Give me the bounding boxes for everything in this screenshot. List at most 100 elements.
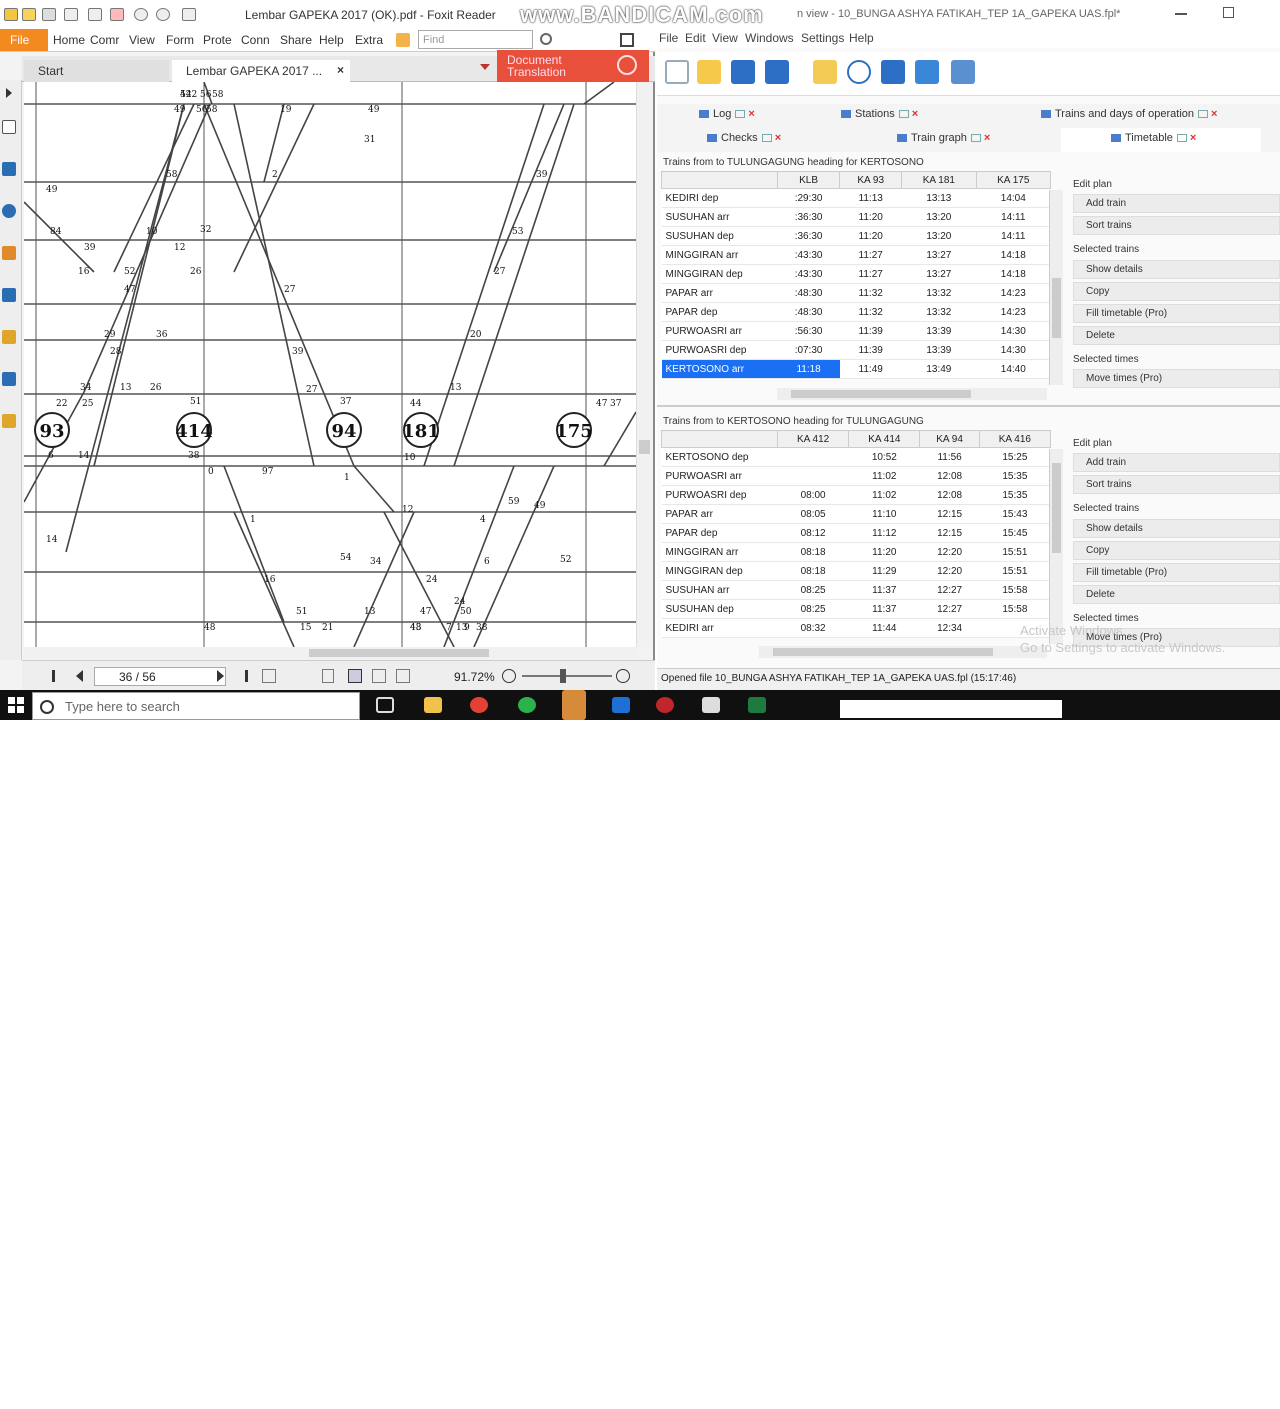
task-view-icon[interactable]	[376, 697, 394, 713]
table-row[interactable]: PAPAR dep 08:12 11:12 12:15 15:45	[661, 523, 1051, 543]
time-cell[interactable]: 14:18	[976, 264, 1051, 284]
attachment-icon[interactable]	[2, 246, 16, 260]
zoom-out-icon[interactable]	[502, 669, 516, 683]
open-folder-icon[interactable]	[22, 8, 36, 21]
time-cell[interactable]: 13:13	[901, 188, 977, 208]
time-cell[interactable]: 12:34	[919, 618, 980, 638]
zoom-slider-thumb[interactable]	[560, 669, 566, 683]
print-icon[interactable]	[64, 8, 78, 21]
menu-help[interactable]: Help	[849, 31, 874, 45]
ribbon-tab-help[interactable]: Help	[319, 33, 344, 47]
time-cell[interactable]: 11:27	[839, 245, 902, 265]
table-row[interactable]: PAPAR arr 08:05 11:10 12:15 15:43	[661, 504, 1051, 524]
time-cell[interactable]: 14:23	[976, 283, 1051, 303]
expand-panel-icon[interactable]	[6, 88, 12, 98]
time-cell[interactable]: 11:20	[839, 207, 902, 227]
station-cell[interactable]: PURWOASRI dep	[661, 340, 778, 360]
time-cell[interactable]: 08:25	[777, 580, 849, 600]
minimize-icon[interactable]	[1175, 13, 1187, 15]
column-header[interactable]: KA 93	[839, 171, 903, 189]
time-cell[interactable]: 14:30	[976, 340, 1051, 360]
save-all-icon[interactable]	[765, 60, 789, 84]
close-icon[interactable]: ×	[984, 132, 990, 144]
time-cell[interactable]: :43:30	[777, 245, 840, 265]
time-cell[interactable]: 15:45	[979, 523, 1051, 543]
tab-list-dropdown-icon[interactable]	[480, 64, 490, 70]
delete-button[interactable]: Delete	[1073, 326, 1280, 345]
address-bar-input[interactable]	[840, 700, 1062, 718]
close-icon[interactable]: ×	[912, 108, 918, 120]
find-input[interactable]: Find	[418, 30, 533, 49]
station-cell[interactable]: MINGGIRAN arr	[661, 245, 778, 265]
h-scroll-thumb[interactable]	[791, 390, 971, 398]
sort-trains-button[interactable]: Sort trains	[1073, 216, 1280, 235]
table-row[interactable]: MINGGIRAN arr:43:30 11:27 13:27 14:18	[661, 245, 1051, 265]
zoom-slider[interactable]	[522, 675, 612, 677]
time-cell[interactable]: 13:20	[901, 226, 977, 246]
pdf-icon[interactable]	[110, 8, 124, 21]
time-cell[interactable]: 11:20	[848, 542, 920, 562]
prev-page-icon[interactable]	[76, 670, 83, 682]
station-cell[interactable]: SUSUHAN dep	[661, 226, 778, 246]
time-cell[interactable]: 13:49	[901, 359, 977, 379]
ribbon-tab-view[interactable]: View	[129, 33, 155, 47]
table-row[interactable]: SUSUHAN arr 08:25 11:37 12:27 15:58	[661, 580, 1051, 600]
float-icon[interactable]	[970, 134, 981, 143]
time-cell[interactable]: 10:52	[848, 447, 920, 467]
time-cell[interactable]: 12:15	[919, 504, 980, 524]
menu-view[interactable]: View	[712, 31, 738, 45]
document-translation-button[interactable]: Document Translation	[497, 50, 649, 82]
menu-file[interactable]: File	[659, 31, 678, 45]
time-cell[interactable]: 15:25	[979, 447, 1051, 467]
language-indicator[interactable]: IND	[1165, 1394, 1181, 1404]
column-header[interactable]: KA 175	[975, 171, 1052, 189]
layers-icon[interactable]	[2, 204, 16, 218]
cover-page-icon[interactable]	[396, 669, 410, 683]
table-row[interactable]: KERTOSONO dep 10:52 11:56 15:25	[661, 447, 1051, 467]
station-cell[interactable]: KEDIRI dep	[661, 188, 778, 208]
clock-icon[interactable]	[847, 60, 871, 84]
float-icon[interactable]	[1198, 110, 1209, 119]
page-thumbnail-icon[interactable]	[2, 120, 16, 134]
table-row[interactable]: MINGGIRAN arr 08:18 11:20 12:20 15:51	[661, 542, 1051, 562]
column-header[interactable]: KA 94	[919, 430, 980, 448]
close-tab-icon[interactable]: ×	[337, 63, 344, 77]
chrome-icon[interactable]	[470, 697, 488, 713]
time-cell[interactable]: 15:58	[979, 580, 1051, 600]
time-cell[interactable]: 15:58	[979, 599, 1051, 619]
time-cell[interactable]: 15:51	[979, 561, 1051, 581]
time-cell[interactable]: 13:32	[901, 302, 977, 322]
lock-icon[interactable]	[2, 330, 16, 344]
table-row[interactable]: PURWOASRI dep 08:00 11:02 12:08 15:35	[661, 485, 1051, 505]
table-row[interactable]: PAPAR arr:48:30 11:32 13:32 14:23	[661, 283, 1051, 303]
time-cell[interactable]: 08:32	[777, 618, 849, 638]
table-row[interactable]: PURWOASRI arr 11:02 12:08 15:35	[661, 466, 1051, 486]
time-cell[interactable]: 11:29	[848, 561, 920, 581]
table-row[interactable]: MINGGIRAN dep:43:30 11:27 13:27 14:18	[661, 264, 1051, 284]
time-cell[interactable]: 11:32	[839, 302, 902, 322]
station-cell[interactable]: PAPAR arr	[661, 504, 778, 524]
station-cell[interactable]: SUSUHAN dep	[661, 599, 778, 619]
time-cell[interactable]: :36:30	[777, 226, 840, 246]
scroll-thumb[interactable]	[1052, 278, 1061, 338]
copy-button[interactable]: Copy	[1073, 541, 1280, 560]
app-icon[interactable]	[702, 697, 720, 713]
splitter[interactable]	[657, 405, 1280, 407]
timetable1-grid[interactable]: KLB KA 93 KA 181 KA 175 KEDIRI dep:29:30 11:1…	[661, 171, 1052, 379]
chrome-profile-icon[interactable]	[518, 697, 536, 713]
bandicam-icon[interactable]	[656, 697, 674, 713]
close-icon[interactable]: ×	[1211, 108, 1217, 120]
time-cell[interactable]: 11:37	[848, 580, 920, 600]
gear-icon[interactable]	[540, 33, 552, 45]
single-page-icon[interactable]	[322, 669, 334, 683]
window-icon[interactable]	[620, 33, 634, 47]
pdf-horizontal-scrollbar[interactable]	[24, 647, 636, 659]
ribbon-tab-protect[interactable]: Prote	[203, 33, 232, 47]
close-icon[interactable]: ×	[1190, 132, 1196, 144]
table-row[interactable]: PURWOASRI dep:07:30 11:39 13:39 14:30	[661, 340, 1051, 360]
comment-icon[interactable]	[2, 414, 16, 428]
time-cell[interactable]: 14:11	[976, 207, 1051, 227]
first-page-icon[interactable]	[52, 670, 62, 682]
time-cell[interactable]: 14:40	[976, 359, 1051, 379]
time-cell[interactable]: 12:20	[919, 561, 980, 581]
